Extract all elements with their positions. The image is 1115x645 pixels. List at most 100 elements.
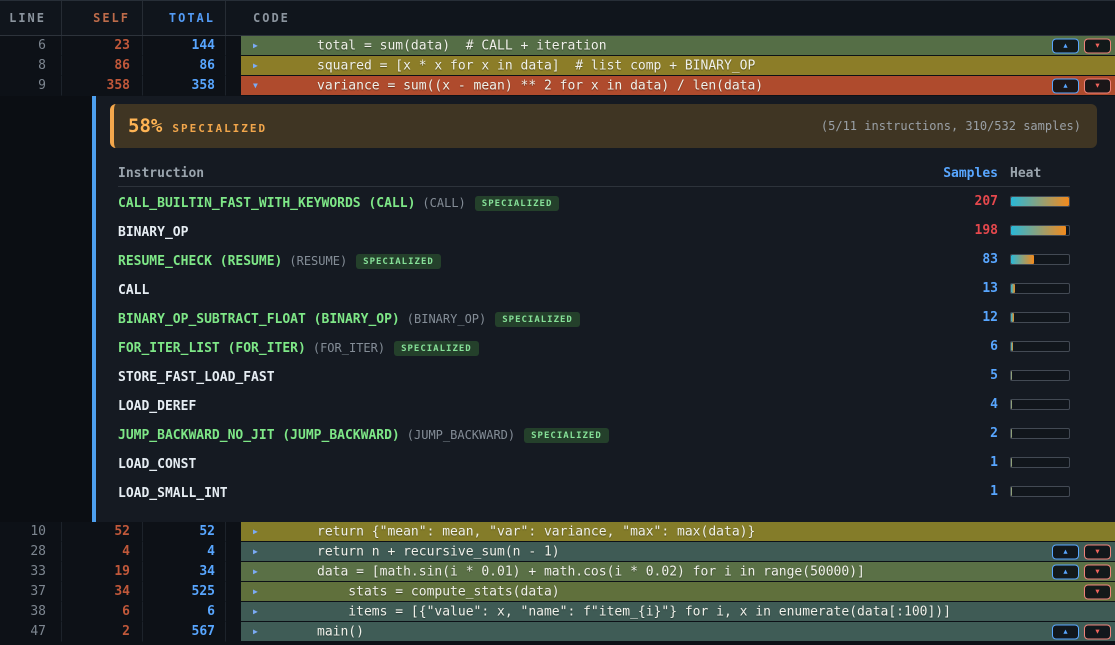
code-row: 8 86 86 ▶ squared = [x * x for x in data…: [0, 56, 1115, 76]
expand-arrow-icon[interactable]: ▶: [253, 528, 258, 536]
heat-bar: [1010, 486, 1070, 497]
code-cell[interactable]: ▶ return n + recursive_sum(n - 1) ▲ ▼: [241, 542, 1115, 561]
code-rows-top: 6 23 144 ▶ total = sum(data) # CALL + it…: [0, 36, 1115, 96]
jump-down-button[interactable]: ▼: [1084, 564, 1111, 579]
code-text: squared = [x * x for x in data] # list c…: [317, 58, 755, 73]
expand-arrow-icon[interactable]: ▶: [253, 608, 258, 616]
down-triangle-icon: ▼: [1095, 82, 1099, 89]
heat-bar: [1010, 457, 1070, 468]
code-row: 6 23 144 ▶ total = sum(data) # CALL + it…: [0, 36, 1115, 56]
column-header-line: LINE: [0, 1, 62, 35]
expand-arrow-icon[interactable]: ▶: [253, 588, 258, 596]
total-samples: 6: [143, 602, 226, 622]
code-cell[interactable]: ▶ return {"mean": mean, "var": variance,…: [241, 522, 1115, 541]
expand-arrow-icon[interactable]: ▶: [253, 568, 258, 576]
instruction-row: STORE_FAST_LOAD_FAST 5: [118, 361, 1070, 390]
expand-arrow-icon[interactable]: ▶: [253, 42, 258, 50]
jump-down-button[interactable]: ▼: [1084, 38, 1111, 53]
down-triangle-icon: ▼: [1095, 628, 1099, 635]
jump-down-button[interactable]: ▼: [1084, 78, 1111, 93]
heat-bar: [1010, 283, 1070, 294]
self-samples: 19: [62, 562, 143, 582]
code-cell[interactable]: ▶ data = [math.sin(i * 0.01) + math.cos(…: [241, 562, 1115, 581]
self-samples: 23: [62, 36, 143, 56]
instruction-row: RESUME_CHECK (RESUME)(RESUME)SPECIALIZED…: [118, 245, 1070, 274]
expand-arrow-icon[interactable]: ▶: [253, 62, 258, 70]
code-cell[interactable]: ▶ main() ▲ ▼: [241, 622, 1115, 641]
heat-bar: [1010, 370, 1070, 381]
code-cell[interactable]: ▼ variance = sum((x - mean) ** 2 for x i…: [241, 76, 1115, 95]
jump-down-button[interactable]: ▼: [1084, 584, 1111, 599]
down-triangle-icon: ▼: [1095, 42, 1099, 49]
instruction-column-header: Instruction: [118, 166, 928, 181]
code-row: 10 52 52 ▶ return {"mean": mean, "var": …: [0, 522, 1115, 542]
jump-up-button[interactable]: ▲: [1052, 624, 1079, 639]
expanded-line-panel: 58%SPECIALIZED (5/11 instructions, 310/5…: [0, 96, 1115, 522]
total-samples: 86: [143, 56, 226, 76]
heat-bar: [1010, 225, 1070, 236]
line-number: 38: [0, 602, 62, 622]
line-number: 10: [0, 522, 62, 542]
specialized-badge: SPECIALIZED: [356, 254, 441, 269]
heat-bar-fill: [1011, 342, 1013, 351]
heat-bar-fill: [1011, 284, 1015, 293]
heat-bar-fill: [1011, 197, 1069, 206]
line-number: 37: [0, 582, 62, 602]
code-text: return {"mean": mean, "var": variance, "…: [317, 524, 755, 539]
total-samples: 525: [143, 582, 226, 602]
down-triangle-icon: ▼: [1095, 548, 1099, 555]
row-buttons: ▲ ▼: [1052, 624, 1111, 639]
specialized-badge: SPECIALIZED: [394, 341, 479, 356]
down-triangle-icon: ▼: [1095, 588, 1099, 595]
jump-up-button[interactable]: ▲: [1052, 564, 1079, 579]
instruction-name: LOAD_DEREF: [118, 399, 196, 414]
instruction-row: CALL_BUILTIN_FAST_WITH_KEYWORDS (CALL)(C…: [118, 187, 1070, 216]
code-text: total = sum(data) # CALL + iteration: [317, 38, 607, 53]
jump-up-button[interactable]: ▲: [1052, 78, 1079, 93]
heat-bar-fill: [1011, 487, 1012, 496]
code-cell[interactable]: ▶ items = [{"value": x, "name": f"item_{…: [241, 602, 1115, 621]
instruction-row: LOAD_CONST 1: [118, 448, 1070, 477]
code-row: 28 4 4 ▶ return n + recursive_sum(n - 1)…: [0, 542, 1115, 562]
jump-up-button[interactable]: ▲: [1052, 38, 1079, 53]
samples-value: 4: [928, 397, 998, 412]
heat-bar-fill: [1011, 226, 1066, 235]
expand-arrow-icon[interactable]: ▼: [253, 82, 258, 90]
code-rows-bottom: 10 52 52 ▶ return {"mean": mean, "var": …: [0, 522, 1115, 642]
expand-arrow-icon[interactable]: ▶: [253, 628, 258, 636]
jump-down-button[interactable]: ▼: [1084, 544, 1111, 559]
line-number: 6: [0, 36, 62, 56]
code-cell[interactable]: ▶ stats = compute_stats(data) ▼: [241, 582, 1115, 601]
expand-arrow-icon[interactable]: ▶: [253, 548, 258, 556]
instruction-name: BINARY_OP: [118, 225, 188, 240]
instruction-base-name: (FOR_ITER): [313, 341, 385, 355]
instruction-name: BINARY_OP_SUBTRACT_FLOAT (BINARY_OP): [118, 312, 400, 327]
instruction-table: Instruction Samples Heat CALL_BUILTIN_FA…: [118, 160, 1070, 506]
specialized-label: SPECIALIZED: [172, 122, 267, 135]
table-header: LINE SELF TOTAL CODE: [0, 0, 1115, 36]
panel-content: 58%SPECIALIZED (5/11 instructions, 310/5…: [96, 96, 1115, 522]
jump-up-button[interactable]: ▲: [1052, 544, 1079, 559]
line-number: 9: [0, 76, 62, 96]
heat-bar-fill: [1011, 458, 1012, 467]
self-samples: 4: [62, 542, 143, 562]
instruction-base-name: (RESUME): [289, 254, 347, 268]
code-row: 9 358 358 ▼ variance = sum((x - mean) **…: [0, 76, 1115, 96]
heat-bar-fill: [1011, 371, 1012, 380]
jump-down-button[interactable]: ▼: [1084, 624, 1111, 639]
instruction-row: LOAD_DEREF 4: [118, 390, 1070, 419]
total-samples: 4: [143, 542, 226, 562]
code-cell[interactable]: ▶ squared = [x * x for x in data] # list…: [241, 56, 1115, 75]
code-cell[interactable]: ▶ total = sum(data) # CALL + iteration ▲…: [241, 36, 1115, 55]
row-buttons: ▲ ▼: [1052, 564, 1111, 579]
panel-left-gutter: [0, 96, 92, 522]
samples-value: 1: [928, 484, 998, 499]
self-samples: 34: [62, 582, 143, 602]
heat-bar: [1010, 399, 1070, 410]
total-samples: 144: [143, 36, 226, 56]
instruction-name: FOR_ITER_LIST (FOR_ITER): [118, 341, 306, 356]
code-text: data = [math.sin(i * 0.01) + math.cos(i …: [317, 564, 865, 579]
total-samples: 358: [143, 76, 226, 96]
instruction-base-name: (CALL): [422, 196, 465, 210]
code-text: main(): [317, 624, 364, 639]
